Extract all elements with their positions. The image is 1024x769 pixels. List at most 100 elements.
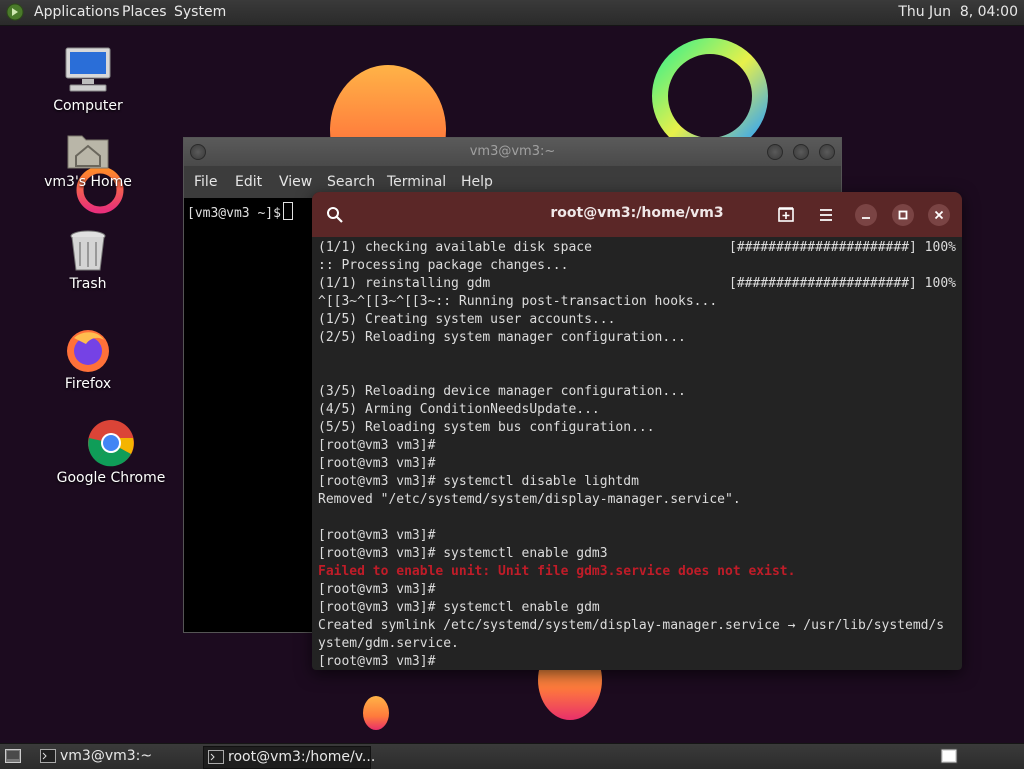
terminal-line: [root@vm3 vm3]# systemctl enable gdm3 bbox=[318, 545, 956, 563]
terminal-line-text: (3/5) Reloading device manager configura… bbox=[318, 384, 686, 399]
terminal-line-text: (4/5) Arming ConditionNeedsUpdate... bbox=[318, 402, 600, 417]
close-icon bbox=[934, 210, 944, 220]
maximize-icon bbox=[898, 210, 908, 220]
terminal-line-text: [root@vm3 vm3]# systemctl enable gdm3 bbox=[318, 546, 608, 561]
terminal-line: (1/1) checking available disk space [####… bbox=[318, 239, 956, 257]
places-menu[interactable]: Places bbox=[122, 4, 167, 20]
menu-file[interactable]: File bbox=[194, 174, 217, 190]
terminal-line-text: [root@vm3 vm3]# systemctl disable lightd… bbox=[318, 474, 639, 489]
applications-menu[interactable]: Applications bbox=[34, 4, 120, 20]
menu-help[interactable]: Help bbox=[461, 174, 493, 190]
desktop-icon-label: Google Chrome bbox=[56, 470, 166, 486]
terminal-line: :: Processing package changes... bbox=[318, 257, 956, 275]
terminal-line: [root@vm3 vm3]# bbox=[318, 581, 956, 599]
menu-terminal[interactable]: Terminal bbox=[387, 174, 446, 190]
menu-search[interactable]: Search bbox=[327, 174, 375, 190]
desktop-icon-label: vm3's Home bbox=[44, 174, 132, 190]
desktop-icon-label: Trash bbox=[69, 276, 107, 292]
terminal-line: [root@vm3 vm3]# bbox=[318, 653, 956, 670]
terminal-line: (1/5) Creating system user accounts... bbox=[318, 311, 956, 329]
terminal-line: ^[[3~^[[3~^[[3~:: Running post-transacti… bbox=[318, 293, 956, 311]
desktop-icon-computer[interactable]: Computer bbox=[28, 44, 148, 114]
desktop-icon-chrome[interactable]: Google Chrome bbox=[51, 418, 171, 486]
terminal-line-text: :: Processing package changes... bbox=[318, 258, 569, 273]
terminal-line-text: [root@vm3 vm3]# bbox=[318, 438, 436, 453]
taskbar-item-label: root@vm3:/home/v... bbox=[228, 749, 376, 765]
terminal-line-text: [root@vm3 vm3]# bbox=[318, 528, 436, 543]
terminal-line: (5/5) Reloading system bus configuration… bbox=[318, 419, 956, 437]
window-menu-icon[interactable] bbox=[190, 144, 206, 160]
system-menu[interactable]: System bbox=[174, 4, 226, 20]
terminal-icon bbox=[208, 750, 224, 764]
menu-view[interactable]: View bbox=[279, 174, 312, 190]
terminal-line: [root@vm3 vm3]# bbox=[318, 527, 956, 545]
terminal-line-text: ^[[3~^[[3~^[[3~:: Running post-transacti… bbox=[318, 294, 718, 309]
top-panel: Applications Places System Thu Jun 8, 04… bbox=[0, 0, 1024, 26]
show-desktop-icon[interactable] bbox=[5, 749, 21, 763]
terminal-line: Failed to enable unit: Unit file gdm3.se… bbox=[318, 563, 956, 581]
gnome-terminal-window[interactable]: root@vm3:/home/vm3 (1/1) checking availa… bbox=[312, 192, 962, 670]
terminal-line-text: (1/5) Creating system user accounts... bbox=[318, 312, 616, 327]
terminal-line: (1/1) reinstalling gdm [#################… bbox=[318, 275, 956, 293]
terminal-line-text: [root@vm3 vm3]# bbox=[318, 456, 436, 471]
maximize-button[interactable] bbox=[892, 204, 914, 226]
terminal-line: (2/5) Reloading system manager configura… bbox=[318, 329, 956, 347]
terminal-line: [root@vm3 vm3]# bbox=[318, 437, 956, 455]
desktop-icon-label: Computer bbox=[53, 98, 123, 114]
terminal-line: ystem/gdm.service. bbox=[318, 635, 956, 653]
mate-terminal-titlebar[interactable]: vm3@vm3:~ bbox=[184, 138, 841, 166]
desktop-icon-home[interactable]: vm3's Home bbox=[28, 128, 148, 190]
taskbar-item-mate-terminal[interactable]: vm3@vm3:~ bbox=[36, 746, 220, 767]
terminal-line: (3/5) Reloading device manager configura… bbox=[318, 383, 956, 401]
minimize-icon[interactable] bbox=[767, 144, 783, 160]
home-folder-icon bbox=[67, 135, 109, 169]
bottom-panel: vm3@vm3:~ root@vm3:/home/v... bbox=[0, 743, 1024, 769]
shell-prompt: [vm3@vm3 ~]$ bbox=[187, 206, 281, 221]
terminal-line-text: ystem/gdm.service. bbox=[318, 636, 459, 651]
chrome-icon bbox=[88, 420, 134, 467]
text-cursor bbox=[282, 202, 293, 220]
terminal-line: [root@vm3 vm3]# systemctl disable lightd… bbox=[318, 473, 956, 491]
close-button[interactable] bbox=[928, 204, 950, 226]
terminal-line-text: (1/1) reinstalling gdm bbox=[318, 276, 491, 291]
terminal-line-text: Failed to enable unit: Unit file gdm3.se… bbox=[318, 564, 796, 579]
terminal-line-text: (5/5) Reloading system bus configuration… bbox=[318, 420, 655, 435]
terminal-line-text: [root@vm3 vm3]# bbox=[318, 582, 436, 597]
workspace-switcher-icon[interactable] bbox=[940, 748, 958, 764]
desktop-icon-label: Firefox bbox=[64, 376, 112, 392]
terminal-line-text: [root@vm3 vm3]# bbox=[318, 654, 436, 669]
terminal-line: [root@vm3 vm3]# bbox=[318, 455, 956, 473]
terminal-line-text: Removed "/etc/systemd/system/display-man… bbox=[318, 492, 741, 507]
computer-icon bbox=[65, 47, 111, 92]
terminal-line: [root@vm3 vm3]# systemctl enable gdm bbox=[318, 599, 956, 617]
terminal-line: Created symlink /etc/systemd/system/disp… bbox=[318, 617, 956, 635]
terminal-line-text: (2/5) Reloading system manager configura… bbox=[318, 330, 686, 345]
hamburger-menu-icon[interactable] bbox=[812, 201, 840, 229]
minimize-button[interactable] bbox=[855, 204, 877, 226]
window-title: vm3@vm3:~ bbox=[469, 144, 556, 159]
close-icon[interactable] bbox=[819, 144, 835, 160]
terminal-line-text: Created symlink /etc/systemd/system/disp… bbox=[318, 618, 945, 633]
clock[interactable]: Thu Jun 8, 04:00 bbox=[898, 4, 1018, 20]
maximize-icon[interactable] bbox=[793, 144, 809, 160]
gnome-terminal-headerbar[interactable]: root@vm3:/home/vm3 bbox=[312, 192, 962, 237]
terminal-line-text: (1/1) checking available disk space bbox=[318, 240, 592, 255]
taskbar-item-gnome-terminal[interactable]: root@vm3:/home/v... bbox=[203, 746, 375, 769]
firefox-icon bbox=[67, 330, 109, 372]
gnome-terminal-output[interactable]: (1/1) checking available disk space [####… bbox=[312, 237, 962, 670]
terminal-icon bbox=[40, 749, 56, 763]
mate-logo-icon[interactable] bbox=[6, 3, 24, 21]
new-tab-icon[interactable] bbox=[772, 201, 800, 229]
desktop-icon-trash[interactable]: Trash bbox=[28, 228, 148, 292]
taskbar-item-label: vm3@vm3:~ bbox=[60, 748, 153, 764]
desktop-icon-firefox[interactable]: Firefox bbox=[28, 326, 148, 392]
terminal-line-text: [root@vm3 vm3]# systemctl enable gdm bbox=[318, 600, 600, 615]
progress-bar-text: [######################] 100% bbox=[729, 240, 956, 255]
trash-icon bbox=[70, 230, 106, 271]
terminal-line: (4/5) Arming ConditionNeedsUpdate... bbox=[318, 401, 956, 419]
menu-edit[interactable]: Edit bbox=[235, 174, 262, 190]
progress-bar-text: [######################] 100% bbox=[729, 276, 956, 291]
